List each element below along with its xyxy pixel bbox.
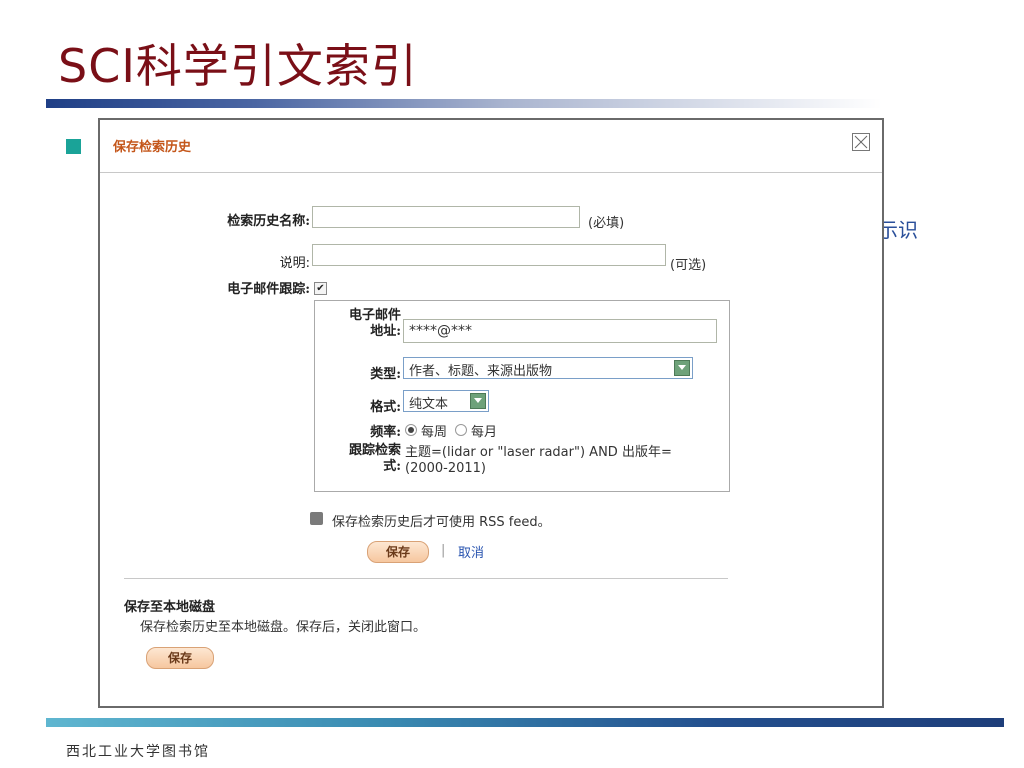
title-rule [46,99,882,108]
type-select[interactable]: 作者、标题、来源出版物 [403,357,693,379]
email-tracking-label: 电子邮件跟踪: [227,282,310,297]
format-select[interactable]: 纯文本 [403,390,489,412]
frequency-label: 频率: [370,425,401,440]
type-select-value: 作者、标题、来源出版物 [409,364,553,379]
close-icon[interactable] [852,133,870,151]
local-save-heading: 保存至本地磁盘 [124,600,216,615]
action-separator: | [441,543,446,558]
bullet-square-icon [66,139,81,154]
email-address-input[interactable] [403,319,717,343]
rss-icon [310,512,323,525]
section-divider [124,578,728,579]
footer-rule [46,718,1004,727]
frequency-monthly-radio[interactable] [455,424,467,436]
slide-title: SCI科学引文索引 [58,39,418,93]
rss-note: 保存检索历史后才可使用 RSS feed。 [332,515,551,530]
history-name-label: 检索历史名称: [227,214,310,229]
frequency-weekly-radio[interactable] [405,424,417,436]
save-search-history-dialog: 保存检索历史 检索历史名称: (必填) 说明: (可选) 电子邮件跟踪: ✔ 电… [98,118,884,708]
email-settings-box: 电子邮件 地址: 类型: 作者、标题、来源出版物 格式: 纯文本 频率: 每周 … [314,300,730,492]
frequency-weekly-label: 每周 [421,425,448,440]
local-save-button[interactable]: 保存 [146,647,214,669]
footer-text: 西北工业大学图书馆 [66,744,210,760]
description-label: 说明: [279,256,310,271]
tracking-query-text: 主题=(lidar or "laser radar") AND 出版年= (20… [405,445,672,476]
history-name-input[interactable] [312,206,580,228]
cancel-link[interactable]: 取消 [458,542,484,561]
optional-hint: (可选) [670,258,707,273]
email-address-label: 电子邮件 地址: [348,308,401,339]
tracking-query-label: 跟踪检索 式: [348,443,401,474]
local-save-description: 保存检索历史至本地磁盘。保存后，关闭此窗口。 [140,620,427,635]
email-tracking-checkbox[interactable]: ✔ [314,282,327,295]
format-select-value: 纯文本 [409,397,449,412]
dialog-title: 保存检索历史 [113,140,192,155]
required-hint: (必填) [588,216,625,231]
chevron-down-icon[interactable] [470,393,486,409]
format-label: 格式: [370,400,401,415]
save-button[interactable]: 保存 [367,541,429,563]
dialog-header: 保存检索历史 [100,120,882,173]
type-label: 类型: [370,367,401,382]
behind-dialog-text: 示识 [878,218,918,242]
frequency-monthly-label: 每月 [471,425,498,440]
description-input[interactable] [312,244,666,266]
chevron-down-icon[interactable] [674,360,690,376]
